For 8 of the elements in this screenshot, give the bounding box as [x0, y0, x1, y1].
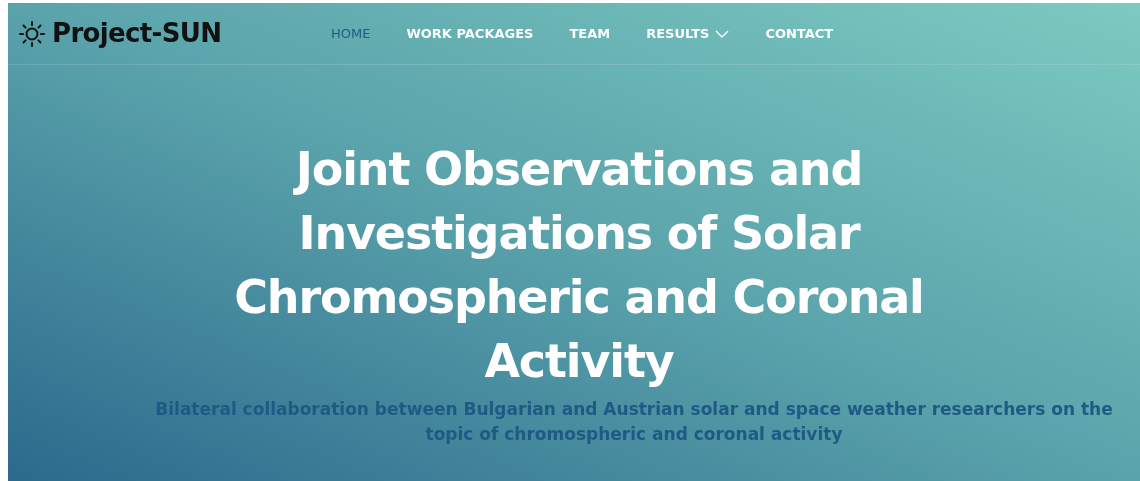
nav-link[interactable]: HOME — [331, 23, 371, 44]
nav-link[interactable]: TEAM — [569, 23, 611, 44]
nav-link[interactable]: RESULTS — [646, 23, 730, 44]
nav-link[interactable]: CONTACT — [765, 23, 834, 44]
nav-link[interactable]: WORK PACKAGES — [406, 23, 534, 44]
sun-icon — [18, 19, 46, 48]
hero-title: Joint Observations and Investigations of Solar Chromospheric and Coronal Activity — [233, 141, 925, 390]
site-logo[interactable]: Project-SUN — [52, 14, 222, 53]
